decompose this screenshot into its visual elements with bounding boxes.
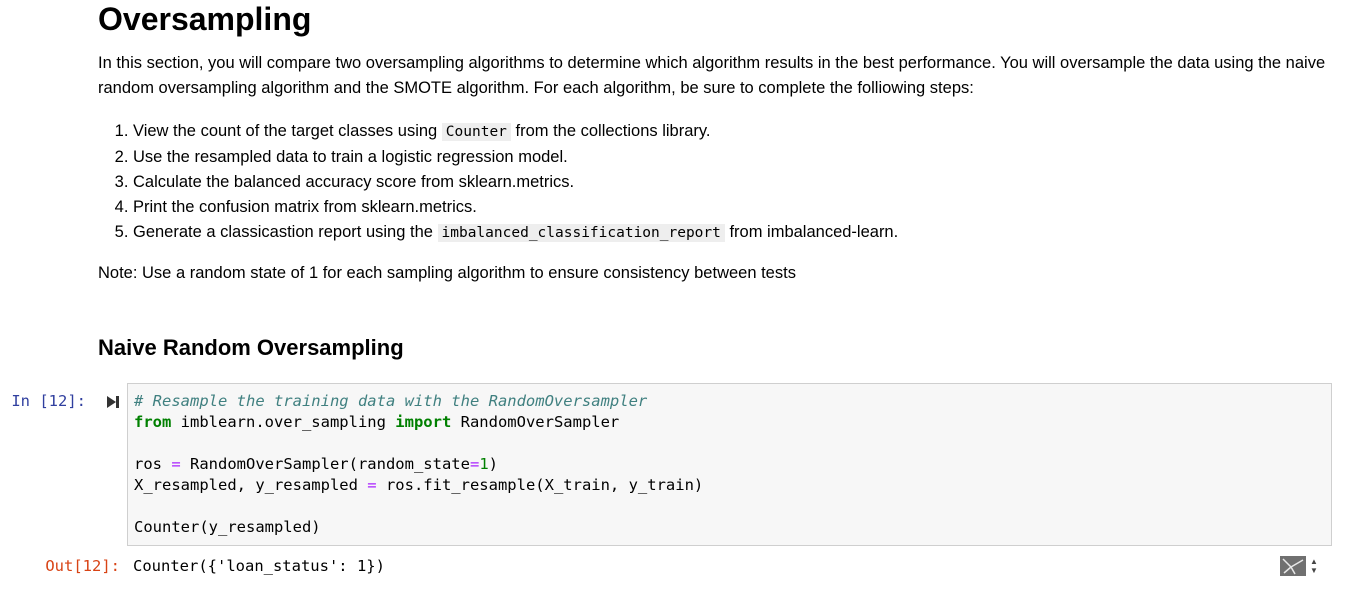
inline-code: imbalanced_classification_report bbox=[437, 224, 725, 242]
list-item: Calculate the balanced accuracy score fr… bbox=[133, 170, 898, 195]
scroll-arrows[interactable]: ▲ ▼ bbox=[1310, 557, 1318, 575]
code-line: X_resampled, y_resampled = ros.fit_resam… bbox=[134, 476, 704, 494]
chevron-down-icon[interactable]: ▼ bbox=[1310, 566, 1318, 575]
section-heading: Naive Random Oversampling bbox=[98, 335, 404, 360]
note-paragraph: Note: Use a random state of 1 for each s… bbox=[98, 264, 796, 282]
inline-code: Counter bbox=[441, 123, 511, 141]
output-prompt: Out[12]: bbox=[45, 557, 120, 575]
output-scroll-icon[interactable] bbox=[1280, 556, 1306, 576]
input-prompt: In [12]: bbox=[11, 392, 86, 410]
code-line: ros = RandomOverSampler(random_state=1) bbox=[134, 455, 498, 473]
list-item: Generate a classicastion report using th… bbox=[133, 220, 898, 246]
steps-list: View the count of the target classes usi… bbox=[98, 119, 898, 246]
list-item: Print the confusion matrix from sklearn.… bbox=[133, 195, 898, 220]
list-item: Use the resampled data to train a logist… bbox=[133, 145, 898, 170]
code-line: from imblearn.over_sampling import Rando… bbox=[134, 413, 620, 431]
code-line: # Resample the training data with the Ra… bbox=[134, 392, 648, 410]
page-title: Oversampling bbox=[98, 1, 312, 37]
intro-paragraph: In this section, you will compare two ov… bbox=[98, 54, 1326, 97]
code-line: Counter(y_resampled) bbox=[134, 518, 321, 536]
code-cell-input[interactable]: # Resample the training data with the Ra… bbox=[127, 383, 1332, 546]
output-controls: ▲ ▼ bbox=[1280, 555, 1326, 577]
list-item: View the count of the target classes usi… bbox=[133, 119, 898, 145]
cell-output: Counter({'loan_status': 1}) bbox=[133, 557, 385, 575]
chevron-up-icon[interactable]: ▲ bbox=[1310, 557, 1318, 566]
step-forward-icon[interactable] bbox=[106, 395, 120, 409]
